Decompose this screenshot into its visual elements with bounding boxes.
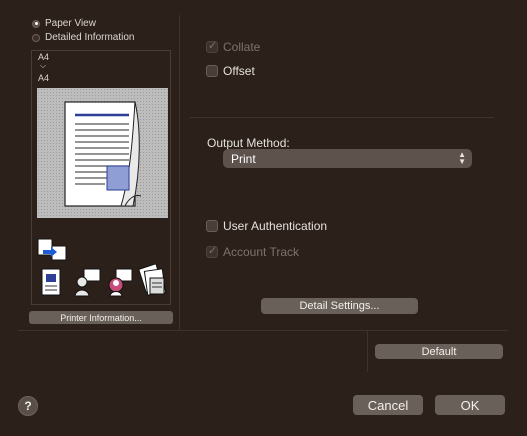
help-button[interactable]: ? [18,396,38,416]
vertical-divider [179,15,180,330]
paper-view-radio[interactable]: Paper View [32,18,96,29]
output-paper-size: A4 [38,73,50,83]
default-button[interactable]: Default [375,344,503,359]
detailed-information-radio-indicator[interactable] [32,33,40,42]
document-icon [40,268,64,301]
cancel-button[interactable]: Cancel [353,395,423,415]
account-track-checkbox[interactable]: ✓ Account Track [206,245,299,259]
options-divider [190,117,494,118]
account-track-icon [136,263,168,301]
user-authentication-checkbox[interactable]: User Authentication [206,219,327,233]
bottom-divider [18,330,508,331]
chevron-updown-icon: ▲ ▼ [458,150,466,166]
collate-label: Collate [223,40,261,54]
offset-checkbox[interactable]: Offset [206,64,255,78]
account-track-label: Account Track [223,245,300,259]
collate-checkbox[interactable]: ✓ Collate [206,40,260,54]
output-method-select[interactable]: Print ▲ ▼ [223,149,472,168]
detail-settings-button[interactable]: Detail Settings... [261,298,418,314]
size-arrow: ⌵ [40,61,47,70]
user-authentication-label: User Authentication [223,219,328,233]
printer-information-button[interactable]: Printer Information... [29,311,173,324]
account-track-checkbox-box[interactable]: ✓ [206,245,218,258]
collate-checkbox-box[interactable]: ✓ [206,40,218,53]
offset-label: Offset [223,64,255,78]
default-divider [367,330,368,372]
user-speech-icon [74,268,102,301]
output-method-value: Print [231,151,256,166]
user-authentication-checkbox-box[interactable] [206,220,218,232]
detailed-information-label: Detailed Information [45,32,135,43]
output-method-label: Output Method: [207,136,290,150]
paper-view-radio-indicator[interactable] [32,19,40,28]
page-preview-icon [64,101,142,207]
page-preview-image [37,88,168,218]
output-tray-icon [37,238,69,265]
ok-button[interactable]: OK [435,395,505,415]
detailed-information-radio[interactable]: Detailed Information [32,32,135,43]
paper-view-label: Paper View [45,18,96,29]
user-authentication-icon [106,268,134,301]
offset-checkbox-box[interactable] [206,65,218,77]
